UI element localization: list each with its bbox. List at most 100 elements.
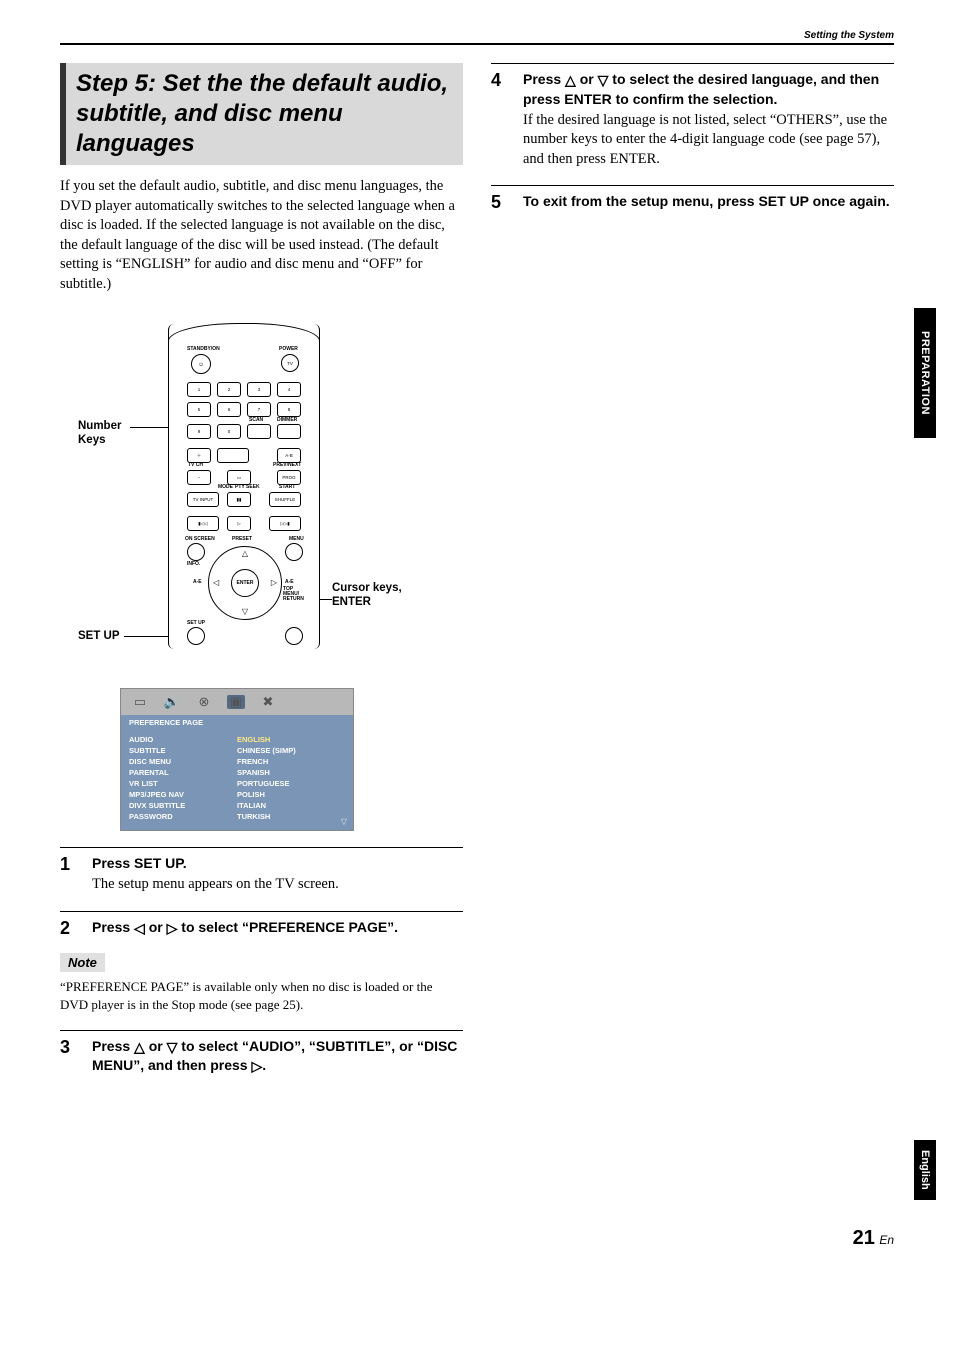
up-arrow-icon: △ bbox=[565, 71, 576, 90]
remote-label-ae2: A-E bbox=[285, 579, 294, 585]
up-arrow-icon: △ bbox=[242, 550, 248, 558]
dolby-icon: ⊗ bbox=[195, 695, 213, 709]
menu-item: DIVX SUBTITLE bbox=[129, 800, 237, 811]
num-8: 8 bbox=[277, 402, 301, 417]
menu-item: VR LIST bbox=[129, 778, 237, 789]
side-tab-lang-text: English bbox=[919, 1150, 931, 1190]
section-header: Setting the System bbox=[60, 30, 894, 43]
menu-item: DISC MENU bbox=[129, 756, 237, 767]
step-1: 1 Press SET UP. The setup menu appears o… bbox=[60, 847, 463, 894]
menu-right-col: ENGLISH CHINESE (SIMP) FRENCH SPANISH PO… bbox=[237, 734, 345, 822]
side-tab-language: English bbox=[914, 1140, 936, 1200]
left-arrow-icon: ◁ bbox=[213, 579, 219, 587]
remote-label-prevnext: PREV/NEXT bbox=[273, 462, 301, 468]
scan-button bbox=[247, 424, 271, 439]
remote-label-dimmer: DIMMER bbox=[277, 417, 297, 423]
play-button: ▷ bbox=[227, 516, 251, 531]
minus-button: − bbox=[187, 470, 211, 485]
page-number-lang: En bbox=[879, 1233, 894, 1247]
right-arrow-icon: ▷ bbox=[251, 1057, 262, 1076]
step-title: Press △ or ▽ to select the desired langu… bbox=[523, 70, 894, 109]
menu-item: ENGLISH bbox=[237, 734, 345, 745]
menu-title: PREFERENCE PAGE bbox=[121, 715, 353, 730]
num-6: 6 bbox=[217, 402, 241, 417]
menu-item: PORTUGUESE bbox=[237, 778, 345, 789]
step-title: Press ◁ or ▷ to select “PREFERENCE PAGE”… bbox=[92, 918, 463, 938]
menu-item: ITALIAN bbox=[237, 800, 345, 811]
menu-item: POLISH bbox=[237, 789, 345, 800]
step-title: Press △ or ▽ to select “AUDIO”, “SUBTITL… bbox=[92, 1037, 463, 1077]
text: Press bbox=[92, 919, 134, 935]
step-number: 3 bbox=[60, 1037, 78, 1077]
speaker-icon: 🔊 bbox=[163, 695, 181, 709]
section-title: Step 5: Set the the default audio, subti… bbox=[60, 63, 463, 165]
text: or bbox=[145, 1038, 167, 1054]
preference-page-menu: ▭ 🔊 ⊗ ▣ ✖ PREFERENCE PAGE AUDIO SUBTITLE… bbox=[120, 688, 354, 831]
text: or bbox=[576, 71, 598, 87]
menu-item: PARENTAL bbox=[129, 767, 237, 778]
prog-button: PROG bbox=[277, 470, 301, 485]
callout-line bbox=[124, 636, 174, 637]
remote-label-menu: MENU bbox=[289, 536, 304, 542]
num-7: 7 bbox=[247, 402, 271, 417]
down-arrow-icon: ▽ bbox=[242, 608, 248, 616]
callout-number-keys: Number Keys bbox=[78, 420, 133, 448]
enter-button: ENTER bbox=[231, 569, 259, 597]
remote-label-mode: MODE bbox=[218, 484, 233, 490]
text: Press bbox=[92, 1038, 134, 1054]
stop-button: ▭ bbox=[227, 470, 251, 485]
scroll-down-icon: ▽ bbox=[341, 817, 347, 826]
num-9: 9 bbox=[187, 424, 211, 439]
num-2: 2 bbox=[217, 382, 241, 397]
remote-label-info: INFO. bbox=[187, 561, 200, 567]
intro-paragraph: If you set the default audio, subtitle, … bbox=[60, 177, 463, 294]
menu-item: FRENCH bbox=[237, 756, 345, 767]
num-4: 4 bbox=[277, 382, 301, 397]
menu-tab-icons: ▭ 🔊 ⊗ ▣ ✖ bbox=[121, 689, 353, 715]
page-number: 21 En bbox=[853, 1227, 894, 1250]
remote-illustration: Number Keys SET UP Cursor keys, ENTER ST… bbox=[60, 324, 463, 664]
step-desc: The setup menu appears on the TV screen. bbox=[92, 875, 463, 895]
num-5: 5 bbox=[187, 402, 211, 417]
remote-label-topmenu: TOP MENU/ RETURN bbox=[283, 587, 309, 602]
text: Press bbox=[523, 71, 565, 87]
note-label: Note bbox=[60, 953, 105, 972]
menu-button bbox=[285, 543, 303, 561]
callout-cursor-text: Cursor keys, ENTER bbox=[332, 582, 412, 610]
remote-label-ae1: A-E bbox=[193, 579, 202, 585]
folder-icon: ▭ bbox=[131, 695, 149, 709]
remote-label-ptyseek: PTY SEEK bbox=[235, 484, 260, 490]
plus-button: ＋ bbox=[187, 448, 211, 463]
remote-label-start: START bbox=[279, 484, 295, 490]
down-arrow-icon: ▽ bbox=[167, 1038, 178, 1057]
step-number: 2 bbox=[60, 918, 78, 940]
text: or bbox=[145, 919, 167, 935]
step-5: 5 To exit from the setup menu, press SET… bbox=[491, 185, 894, 214]
ab-button: A-B bbox=[277, 448, 301, 463]
side-tab-text: PREPARATION bbox=[919, 331, 931, 415]
step-4: 4 Press △ or ▽ to select the desired lan… bbox=[491, 63, 894, 169]
menu-item: MP3/JPEG NAV bbox=[129, 789, 237, 800]
num-1: 1 bbox=[187, 382, 211, 397]
step-number: 1 bbox=[60, 854, 78, 894]
remote-label-onscreen: ON SCREEN bbox=[185, 536, 215, 542]
header-rule bbox=[60, 43, 894, 45]
up-arrow-icon: △ bbox=[134, 1038, 145, 1057]
onscreen-button bbox=[187, 543, 205, 561]
num-3: 3 bbox=[247, 382, 271, 397]
remote-label-setup: SET UP bbox=[187, 620, 205, 626]
step-2: 2 Press ◁ or ▷ to select “PREFERENCE PAG… bbox=[60, 911, 463, 940]
step-title: Press SET UP. bbox=[92, 854, 463, 873]
step-number: 4 bbox=[491, 70, 509, 169]
step-number: 5 bbox=[491, 192, 509, 214]
step-3: 3 Press △ or ▽ to select “AUDIO”, “SUBTI… bbox=[60, 1030, 463, 1077]
setup-button bbox=[187, 627, 205, 645]
callout-cursor: Cursor keys, ENTER bbox=[332, 582, 412, 610]
text: to select “PREFERENCE PAGE”. bbox=[177, 919, 398, 935]
repeat-button bbox=[217, 448, 249, 463]
down-arrow-icon: ▽ bbox=[598, 71, 609, 90]
power-button: TV bbox=[281, 354, 299, 372]
return-button bbox=[285, 627, 303, 645]
remote-label-scan: SCAN bbox=[249, 417, 263, 423]
menu-item: CHINESE (SIMP) bbox=[237, 745, 345, 756]
